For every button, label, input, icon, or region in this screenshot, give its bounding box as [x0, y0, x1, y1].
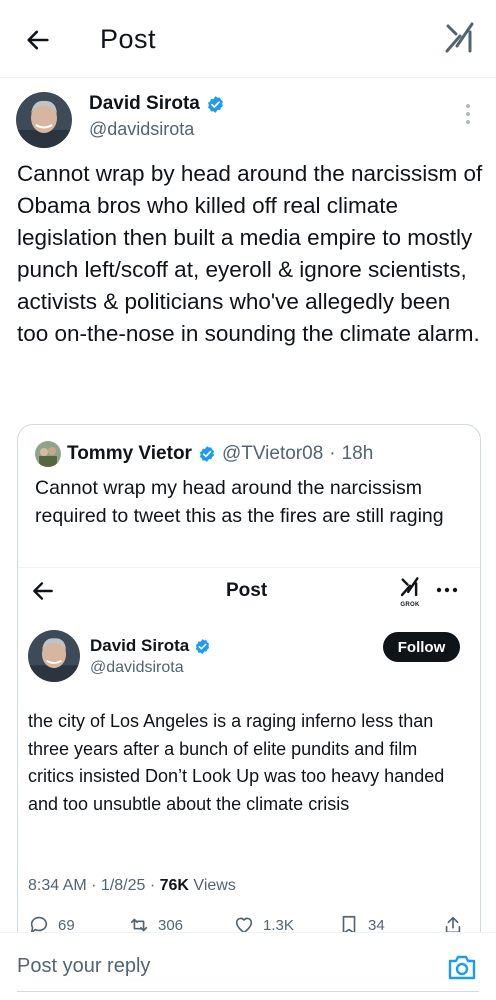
quote-author-handle: @TVietor08 [221, 443, 324, 464]
author-handle[interactable]: @davidsirota [89, 119, 194, 140]
quote-separator: · [329, 443, 336, 464]
author-photo [28, 630, 80, 682]
verified-badge-icon [199, 446, 215, 462]
more-horizontal-icon [436, 587, 458, 593]
embedded-grok: GROK [398, 576, 422, 608]
tweet-text: Cannot wrap by head around the narcissis… [17, 161, 483, 346]
embedded-post-meta: 8:34 AM · 1/8/25 · 76K Views [28, 877, 236, 894]
quote-author-name: Tommy Vietor [67, 443, 192, 464]
embedded-author-handle: @davidsirota [90, 659, 184, 676]
more-options-button[interactable] [460, 102, 476, 126]
avatar[interactable] [16, 92, 72, 148]
quote-text: Cannot wrap my head around the narcissis… [35, 477, 444, 527]
grok-icon [400, 577, 419, 597]
embedded-post-text: the city of Los Angeles is a raging infe… [28, 711, 445, 814]
page-title: Post [100, 24, 157, 54]
camera-icon [448, 955, 476, 980]
embedded-avatar [28, 630, 80, 682]
embedded-page-title: Post [226, 580, 268, 601]
top-bar: Post [0, 0, 496, 78]
arrow-left-icon [27, 30, 49, 50]
reply-bar [0, 932, 496, 1000]
grok-label: GROK [400, 602, 420, 608]
more-vertical-icon [466, 104, 470, 124]
verified-badge-icon [196, 638, 210, 654]
embedded-follow-button: Follow [383, 632, 460, 662]
back-button[interactable] [20, 22, 56, 58]
grok-button[interactable] [444, 20, 480, 60]
embedded-author-name: David Sirota [90, 636, 211, 656]
embedded-post-screenshot: Post GROK David Sirota @davidsirota Foll… [18, 567, 480, 983]
quote-header: Tommy Vietor @TVietor08 · 18h [35, 441, 373, 467]
quote-time: 18h [341, 443, 374, 464]
author-name[interactable]: David Sirota [89, 93, 225, 115]
quote-avatar [35, 441, 61, 467]
verified-badge-icon [207, 95, 223, 113]
reply-underline [17, 991, 479, 992]
quote-author-photo [35, 441, 61, 467]
camera-button[interactable] [447, 953, 477, 981]
reply-input[interactable] [17, 955, 417, 978]
quote-tweet-card[interactable]: Tommy Vietor @TVietor08 · 18h Cannot wra… [17, 424, 481, 984]
arrow-left-icon [33, 582, 53, 600]
author-photo [16, 92, 72, 148]
grok-icon [445, 22, 474, 53]
